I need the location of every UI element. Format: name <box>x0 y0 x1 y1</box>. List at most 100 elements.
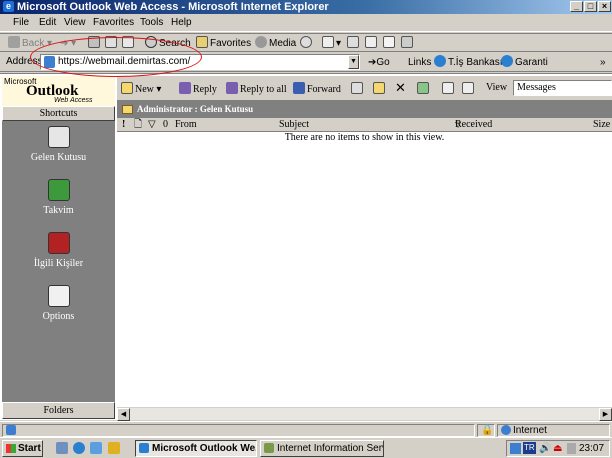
menu-file[interactable]: File <box>13 17 29 28</box>
ie-logo-icon: e <box>3 1 14 12</box>
address-book-button[interactable] <box>442 82 456 95</box>
clock: 23:07 <box>579 443 605 454</box>
history-button[interactable] <box>300 36 314 51</box>
folder-path-bar: Administrator : Gelen Kutusu <box>117 101 612 118</box>
column-from[interactable]: From <box>175 118 197 131</box>
link-is-bankasi[interactable]: T.İş Bankası <box>434 55 502 70</box>
menu-favorites[interactable]: Favorites <box>93 17 134 28</box>
language-indicator[interactable]: TR <box>523 442 536 454</box>
reply-button[interactable]: Reply <box>179 82 217 95</box>
menu-help[interactable]: Help <box>171 17 192 28</box>
favorites-icon <box>196 36 208 48</box>
outlook-express-icon[interactable] <box>90 442 102 454</box>
close-button[interactable]: × <box>598 1 611 12</box>
column-subject[interactable]: Subject <box>279 118 309 131</box>
folder-icon <box>122 105 133 114</box>
stop-button[interactable] <box>88 36 102 51</box>
shortcut-options[interactable]: Options <box>2 285 115 322</box>
links-label: Links <box>408 57 432 68</box>
scroll-right-button[interactable]: ▶ <box>599 408 612 421</box>
lock-icon: 🔒 <box>481 425 494 436</box>
reply-icon <box>179 82 191 94</box>
view-select[interactable]: Messages <box>513 80 612 96</box>
links-chevron-icon[interactable]: » <box>600 55 606 70</box>
folders-header[interactable]: Folders <box>2 402 115 419</box>
forward-icon <box>293 82 305 94</box>
status-text-panel <box>2 424 475 437</box>
messenger-icon <box>401 36 413 48</box>
shortcuts-header[interactable]: Shortcuts <box>2 106 115 121</box>
view-label: View <box>486 82 508 93</box>
task-iis-manager[interactable]: Internet Information Serv... <box>260 440 384 457</box>
search-button[interactable]: Search <box>145 36 191 51</box>
mail-button[interactable]: ▾ <box>322 36 341 51</box>
task-outlook-web-access[interactable]: Microsoft Outlook We... <box>135 440 257 457</box>
owa-toolbar: New ▾ Reply Reply to all Forward ✕ View … <box>117 76 612 101</box>
ie-quicklaunch-icon[interactable] <box>73 442 85 454</box>
stop-icon <box>88 36 100 48</box>
move-button[interactable] <box>351 82 365 95</box>
messenger-button[interactable] <box>401 36 415 51</box>
internet-zone-icon <box>501 425 511 435</box>
volume-icon[interactable]: 🔊 <box>539 441 551 456</box>
media-icon <box>255 36 267 48</box>
menu-tools[interactable]: Tools <box>140 17 163 28</box>
shortcut-inbox[interactable]: Gelen Kutusu <box>2 126 115 163</box>
discuss-button[interactable] <box>383 36 397 51</box>
edit-button[interactable] <box>365 36 379 51</box>
search-icon <box>145 36 157 48</box>
tray-app-icon[interactable] <box>567 443 576 454</box>
shortcut-contacts[interactable]: İlgili Kişiler <box>2 232 115 269</box>
flag-column-icon[interactable]: ▽ <box>148 118 156 131</box>
zone-panel: Internet <box>497 424 610 437</box>
home-icon <box>122 36 134 48</box>
forward-button[interactable]: ➔ ▾ <box>60 36 76 51</box>
maximize-button[interactable]: □ <box>584 1 597 12</box>
delete-button[interactable]: ✕ <box>395 80 406 96</box>
check-names-button[interactable] <box>417 82 431 95</box>
media-player-icon[interactable] <box>108 442 120 454</box>
eject-icon[interactable]: ⏏ <box>553 441 562 456</box>
show-desktop-icon[interactable] <box>56 442 68 454</box>
owa-frame: Microsoft Outlook Web Access Shortcuts G… <box>0 73 612 421</box>
importance-column-icon[interactable]: ! <box>122 118 125 131</box>
attachment-column-icon[interactable]: 0 <box>163 118 168 131</box>
favorites-button[interactable]: Favorites <box>196 36 251 51</box>
column-size[interactable]: Size <box>593 118 610 131</box>
minimize-button[interactable]: _ <box>570 1 583 12</box>
link-garanti[interactable]: Garanti <box>501 55 548 70</box>
iis-task-icon <box>264 443 274 453</box>
network-icon[interactable] <box>510 443 521 454</box>
start-button[interactable]: Start <box>2 440 43 457</box>
menu-view[interactable]: View <box>64 17 86 28</box>
reply-all-button[interactable]: Reply to all <box>226 82 287 95</box>
page-icon <box>44 56 55 68</box>
forward-mail-button[interactable]: Forward <box>293 82 341 95</box>
menu-bar: File Edit View Favorites Tools Help <box>0 14 612 32</box>
item-type-column-icon[interactable]: 🗋 <box>134 118 142 131</box>
link-icon <box>434 55 446 67</box>
column-header: ! 🗋 ▽ 0 From Subject Received ▽ Size <box>117 118 612 132</box>
new-button[interactable]: New ▾ <box>121 82 161 95</box>
security-panel: 🔒 <box>477 424 495 437</box>
menu-edit[interactable]: Edit <box>39 17 56 28</box>
home-button[interactable] <box>122 36 136 51</box>
copy-button[interactable] <box>373 82 387 95</box>
inbox-icon <box>47 126 70 148</box>
address-dropdown-button[interactable]: ▼ <box>348 55 359 69</box>
owa-logo: Microsoft Outlook Web Access <box>2 76 115 106</box>
go-button[interactable]: ➔Go <box>368 55 390 70</box>
print-button[interactable] <box>347 36 361 51</box>
refresh-button[interactable] <box>105 36 119 51</box>
mail-icon <box>322 36 334 48</box>
delete-icon: ✕ <box>395 80 406 95</box>
back-button[interactable]: Back ▾ <box>8 36 52 51</box>
address-bar: Address https://webmail.demirtas.com/ ▼ … <box>0 52 612 72</box>
find-button[interactable] <box>462 82 476 95</box>
shortcut-calendar[interactable]: Takvim <box>2 179 115 216</box>
address-book-icon <box>442 82 454 94</box>
horizontal-scrollbar[interactable]: ◀ ▶ <box>117 407 612 421</box>
address-input[interactable]: https://webmail.demirtas.com/ <box>40 54 360 70</box>
media-button[interactable]: Media <box>255 36 296 51</box>
scroll-left-button[interactable]: ◀ <box>117 408 130 421</box>
